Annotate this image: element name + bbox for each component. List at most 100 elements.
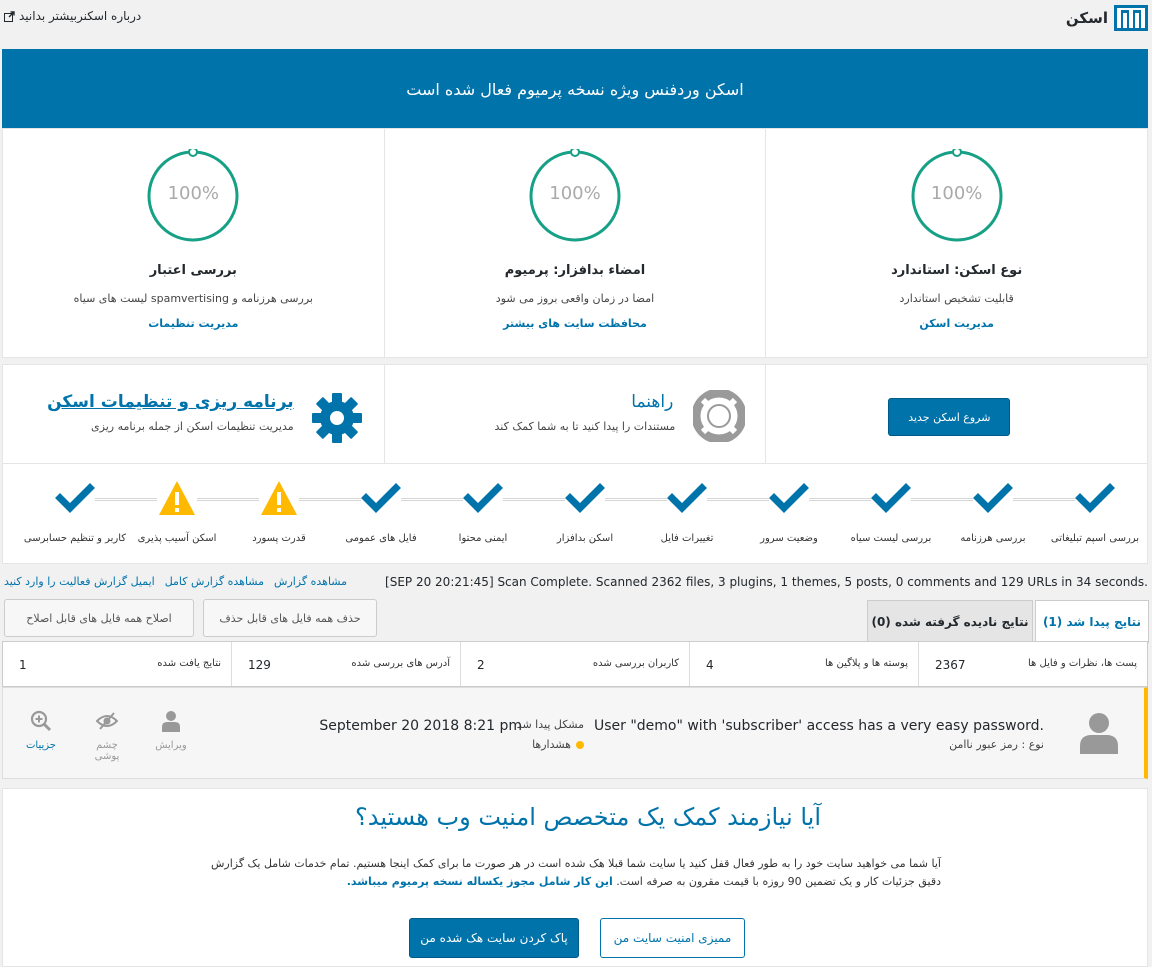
stat-title: نوع اسکن: استاندارد — [891, 263, 1023, 278]
summary-label: کاربران بررسی شده — [592, 658, 679, 669]
new-scan-panel: شروع اسکن جدید — [765, 365, 1147, 463]
stat-reputation: 100% بررسی اعتبار بررسی هرزنامه و spamve… — [3, 129, 384, 357]
external-link-icon — [4, 10, 15, 22]
edit-action[interactable]: ویرایش — [149, 710, 193, 751]
result-row[interactable]: User "demo" with 'subscriber' access has… — [2, 687, 1148, 779]
tab-ignored-label: نتایج نادیده گرفته شده (0) — [871, 614, 1029, 629]
user-edit-icon — [162, 711, 180, 732]
about-link-label: درباره اسکنربیشتر بدانید — [19, 9, 142, 23]
tab-found-results[interactable]: نتایج پیدا شد (1) — [1035, 600, 1149, 643]
edit-action-label: ویرایش — [155, 740, 187, 751]
stage-item: اسکن بدافزار — [530, 478, 640, 544]
warning-dot-icon — [576, 740, 584, 749]
stage-label: اسکن آسیب پذیری — [137, 533, 217, 544]
stat-malware-signatures: 100% امضاء بدافزار: پرمیوم امضا در زمان … — [383, 129, 766, 357]
about-link[interactable]: درباره اسکنربیشتر بدانید — [4, 9, 141, 23]
stage-item: بررسی اسپم تبلیغاتی — [1040, 478, 1150, 544]
stat-desc: امضا در زمان واقعی بروز می شود — [495, 292, 655, 305]
stage-label: تغییرات فایل — [660, 533, 714, 544]
checkmark-icon — [667, 478, 707, 518]
castle-logo-icon — [1114, 5, 1148, 31]
help-title[interactable]: راهنما — [631, 392, 673, 412]
ignore-action[interactable]: چشم پوشی — [85, 710, 129, 762]
stage-label: اسکن بدافزار — [556, 533, 614, 544]
schedule-settings-link[interactable]: برنامه ریزی و تنظیمات اسکن — [47, 392, 294, 412]
stage-item: قدرت پسورد — [224, 478, 334, 544]
checkmark-icon — [1075, 478, 1115, 518]
checkmark-icon — [55, 478, 95, 518]
summary-value: 2 — [477, 658, 485, 672]
summary-cell: پوسته ها و پلاگین ها 4 — [689, 642, 918, 686]
view-full-log-link[interactable]: مشاهده گزارش کامل — [165, 575, 264, 588]
gauge-value: 100% — [930, 183, 983, 204]
scan-actions: شروع اسکن جدید راهنما مستندات را پیدا کن… — [2, 364, 1148, 464]
top-bar: اسکن درباره اسکنربیشتر بدانید — [0, 0, 1152, 36]
summary-label: نتایج یافت شده — [157, 658, 221, 669]
zoom-in-icon — [30, 710, 52, 732]
checkmark-icon — [361, 478, 401, 518]
warning-icon — [157, 478, 197, 518]
checkmark-icon — [463, 478, 503, 518]
stage-item: تغییرات فایل — [632, 478, 742, 544]
stage-item: فایل های عمومی — [326, 478, 436, 544]
promo-strong: این کار شامل مجوز یکساله نسخه پرمیوم میب… — [346, 875, 613, 888]
stage-label: وضعیت سرور — [760, 533, 818, 544]
repair-all-button[interactable]: اصلاح همه فایل های قابل اصلاح — [4, 599, 194, 637]
stat-desc: بررسی هرزنامه و spamvertising لیست های س… — [73, 292, 313, 305]
stage-label: فایل های عمومی — [345, 533, 417, 544]
email-log-link[interactable]: ایمیل گزارش فعالیت را وارد کنید — [4, 575, 155, 588]
summary-label: پوسته ها و پلاگین ها — [824, 658, 908, 669]
result-type: نوع : رمز عبور ناامن — [949, 738, 1044, 751]
stage-label: کاربر و تنظیم حسابرسی — [23, 533, 127, 544]
ignore-action-label: چشم پوشی — [94, 740, 120, 762]
gauge-value: 100% — [167, 183, 220, 204]
stage-item: اسکن آسیب پذیری — [122, 478, 232, 544]
scan-status-text: [SEP 20 20:21:45] Scan Complete. Scanned… — [385, 575, 1148, 589]
stat-title: بررسی اعتبار — [149, 263, 237, 278]
brand-name: اسکن — [1065, 9, 1108, 27]
view-log-link[interactable]: مشاهده گزارش — [274, 575, 347, 588]
manage-scan-link[interactable]: مدیریت اسکن — [766, 317, 1147, 330]
scan-stats: 100% نوع اسکن: استاندارد قابلیت تشخیص اس… — [2, 128, 1148, 358]
summary-value: 4 — [706, 658, 714, 672]
premium-banner-text: اسکن وردفنس ویژه نسخه پرمیوم فعال شده اس… — [406, 79, 744, 99]
start-new-scan-button[interactable]: شروع اسکن جدید — [888, 398, 1011, 436]
premium-banner: اسکن وردفنس ویژه نسخه پرمیوم فعال شده اس… — [2, 49, 1148, 129]
gear-icon — [311, 393, 362, 443]
security-audit-button[interactable]: ممیزی امنیت سایت من — [600, 918, 745, 958]
result-severity: هشدارها — [532, 738, 584, 751]
protect-more-sites-link[interactable]: محافظت سایت های بیشتر — [385, 317, 766, 330]
stage-label: قدرت پسورد — [252, 533, 306, 544]
summary-label: آدرس های بررسی شده — [351, 658, 450, 669]
stage-item: بررسی هرزنامه — [938, 478, 1048, 544]
summary-value: 1 — [19, 658, 27, 672]
schedule-panel: برنامه ریزی و تنظیمات اسکن مدیریت تنظیما… — [3, 365, 384, 463]
stat-title: امضاء بدافزار: پرمیوم — [504, 263, 646, 278]
clean-hacked-site-button[interactable]: پاک کردن سایت هک شده من — [409, 918, 579, 958]
warning-icon — [259, 478, 299, 518]
summary-cell: نتایج یافت شده 1 — [3, 642, 231, 686]
result-title: User "demo" with 'subscriber' access has… — [593, 718, 1044, 734]
delete-all-button[interactable]: حذف همه فایل های قابل حذف — [203, 599, 377, 637]
help-desc: مستندات را پیدا کنید تا به شما کمک کند — [494, 420, 676, 433]
manage-settings-link[interactable]: مدیریت تنظیمات — [3, 317, 384, 330]
summary-value: 129 — [248, 658, 271, 672]
tab-ignored-results[interactable]: نتایج نادیده گرفته شده (0) — [867, 600, 1033, 642]
help-panel: راهنما مستندات را پیدا کنید تا به شما کم… — [383, 365, 766, 463]
checkmark-icon — [769, 478, 809, 518]
stage-item: بررسی لیست سیاه — [836, 478, 946, 544]
stat-desc: قابلیت تشخیص استاندارد — [899, 292, 1014, 305]
schedule-desc: مدیریت تنظیمات اسکن از جمله برنامه ریزی — [91, 420, 294, 433]
stage-item: وضعیت سرور — [734, 478, 844, 544]
details-action[interactable]: جزییات — [19, 710, 63, 751]
result-severity-label: هشدارها — [532, 738, 571, 751]
checkmark-icon — [973, 478, 1013, 518]
checkmark-icon — [565, 478, 605, 518]
stage-label: ایمنی محتوا — [458, 533, 508, 544]
expert-help-promo: آیا نیازمند کمک یک متخصص امنیت وب هستید؟… — [2, 788, 1148, 967]
result-found-label: مشکل پیدا شد — [516, 718, 584, 731]
user-icon — [1080, 713, 1118, 754]
brand: اسکن — [1066, 5, 1148, 31]
lifebuoy-icon — [692, 390, 745, 442]
tab-found-label: نتایج پیدا شد (1) — [1042, 615, 1142, 629]
